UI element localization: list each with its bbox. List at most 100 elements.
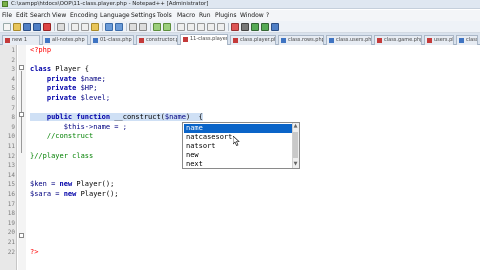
code-line[interactable]: private $name; (30, 75, 106, 83)
menu-window[interactable]: Window (240, 12, 264, 19)
menu-search[interactable]: Search (30, 12, 51, 19)
replace-icon[interactable] (139, 23, 147, 31)
code-line[interactable]: <?php (30, 46, 51, 54)
toolbar-separator (54, 23, 55, 31)
menu-bar: File Edit Search View Encoding Language … (0, 10, 480, 21)
code-token: class (30, 65, 56, 74)
toolbar-separator (102, 23, 103, 31)
line-number: 12 (7, 152, 15, 160)
menu-edit[interactable]: Edit (16, 12, 28, 19)
play-macro-icon[interactable] (251, 23, 259, 31)
run-macro-multiple-icon[interactable] (261, 23, 269, 31)
autocomplete-option[interactable]: name (184, 124, 292, 133)
tab-01-class[interactable]: 01-class.php (90, 35, 134, 45)
menu-language[interactable]: Language (100, 12, 130, 19)
line-number: 1 (11, 47, 15, 54)
fold-toggle-icon[interactable] (19, 65, 24, 70)
zoom-out-icon[interactable] (163, 23, 171, 31)
code-line[interactable]: //construct (30, 132, 93, 140)
tab-class-game[interactable]: class.game.php (374, 35, 422, 45)
menu-view[interactable]: View (52, 12, 66, 19)
sync-horizontal-icon[interactable] (187, 23, 195, 31)
save-all-icon[interactable] (33, 23, 41, 31)
saved-file-icon (329, 38, 334, 43)
autocomplete-popup[interactable]: name natcasesort natsort new next ▲ ▼ (182, 122, 300, 169)
code-line[interactable]: public function __construct($name) { (30, 113, 203, 122)
tab-11-class-player[interactable]: 11-class.player (180, 34, 228, 45)
menu-encoding[interactable]: Encoding (70, 12, 98, 19)
tab-label: class.player.php (240, 37, 275, 43)
menu-plugins[interactable]: Plugins (215, 12, 237, 19)
autocomplete-option[interactable]: new (184, 151, 292, 160)
tab-users[interactable]: users.php (424, 35, 454, 45)
line-number: 13 (7, 162, 15, 170)
tab-new-1[interactable]: new 1 (2, 35, 40, 45)
menu-help[interactable]: ? (266, 12, 269, 19)
indent-guide-icon[interactable] (217, 23, 225, 31)
code-line[interactable]: private $level; (30, 94, 110, 102)
close-file-icon[interactable] (43, 23, 51, 31)
code-line[interactable]: $ken = new Player(); (30, 180, 114, 188)
code-line[interactable]: private $HP; (30, 84, 98, 92)
word-wrap-icon[interactable] (197, 23, 205, 31)
menu-macro[interactable]: Macro (177, 12, 195, 19)
save-macro-icon[interactable] (271, 23, 279, 31)
fold-toggle-icon[interactable] (19, 233, 24, 238)
unsaved-file-icon (233, 38, 238, 43)
line-number: 9 (11, 123, 15, 131)
tab-class-rows[interactable]: class.rows.php (278, 35, 324, 45)
line-number: 8 (11, 114, 15, 122)
code-token: <?php (30, 46, 52, 54)
autocomplete-scrollbar[interactable]: ▲ ▼ (292, 123, 299, 168)
tab-label: users.php (434, 37, 453, 43)
scroll-up-arrow-icon[interactable]: ▲ (293, 124, 298, 129)
redo-icon[interactable] (115, 23, 123, 31)
line-number: 20 (7, 229, 15, 237)
code-line[interactable]: $this->name = ; (30, 123, 127, 131)
saved-file-icon (281, 38, 286, 43)
show-all-chars-icon[interactable] (207, 23, 215, 31)
code-token: __construct( (114, 113, 165, 122)
menu-file[interactable]: File (2, 12, 12, 19)
window-titlebar: C:\xampp\htdocs\OOP\11-class.player.php … (0, 0, 480, 9)
code-line[interactable]: ?> (30, 248, 38, 256)
stop-macro-icon[interactable] (241, 23, 249, 31)
scroll-down-arrow-icon[interactable]: ▼ (293, 162, 298, 167)
paste-icon[interactable] (91, 23, 99, 31)
line-number: 10 (7, 133, 15, 141)
line-number: 4 (11, 75, 15, 83)
copy-icon[interactable] (81, 23, 89, 31)
find-icon[interactable] (129, 23, 137, 31)
menu-tools[interactable]: Tools (157, 12, 172, 19)
open-folder-icon[interactable] (13, 23, 21, 31)
zoom-in-icon[interactable] (153, 23, 161, 31)
save-icon[interactable] (23, 23, 31, 31)
scrollbar-thumb[interactable] (293, 132, 298, 158)
cut-icon[interactable] (71, 23, 79, 31)
tab-constructor[interactable]: constructor.php (136, 35, 178, 45)
line-number: 22 (7, 248, 15, 256)
tab-all-notes[interactable]: all-notes.php (42, 35, 88, 45)
undo-icon[interactable] (105, 23, 113, 31)
new-file-icon[interactable] (3, 23, 11, 31)
tab-class-users[interactable]: class.users.php (326, 35, 372, 45)
tab-label: new 1 (12, 37, 28, 43)
code-line[interactable]: $sara = new Player(); (30, 190, 119, 198)
code-token: //construct (30, 132, 94, 141)
code-token: ) { (185, 113, 203, 122)
line-number: 18 (7, 210, 15, 218)
line-number: 19 (7, 219, 15, 227)
fold-toggle-icon[interactable] (19, 112, 24, 117)
unsaved-file-icon (427, 38, 432, 43)
autocomplete-option[interactable]: next (184, 160, 292, 169)
menu-settings[interactable]: Settings (131, 12, 156, 19)
tab-class-connect[interactable]: class.connect.php (456, 35, 478, 45)
code-line[interactable]: }//player class (30, 152, 93, 160)
line-number: 17 (7, 200, 15, 208)
code-line[interactable]: class Player { (30, 65, 89, 73)
sync-vertical-icon[interactable] (177, 23, 185, 31)
tab-class-player[interactable]: class.player.php (230, 35, 276, 45)
record-macro-icon[interactable] (231, 23, 239, 31)
print-icon[interactable] (57, 23, 65, 31)
menu-run[interactable]: Run (199, 12, 211, 19)
